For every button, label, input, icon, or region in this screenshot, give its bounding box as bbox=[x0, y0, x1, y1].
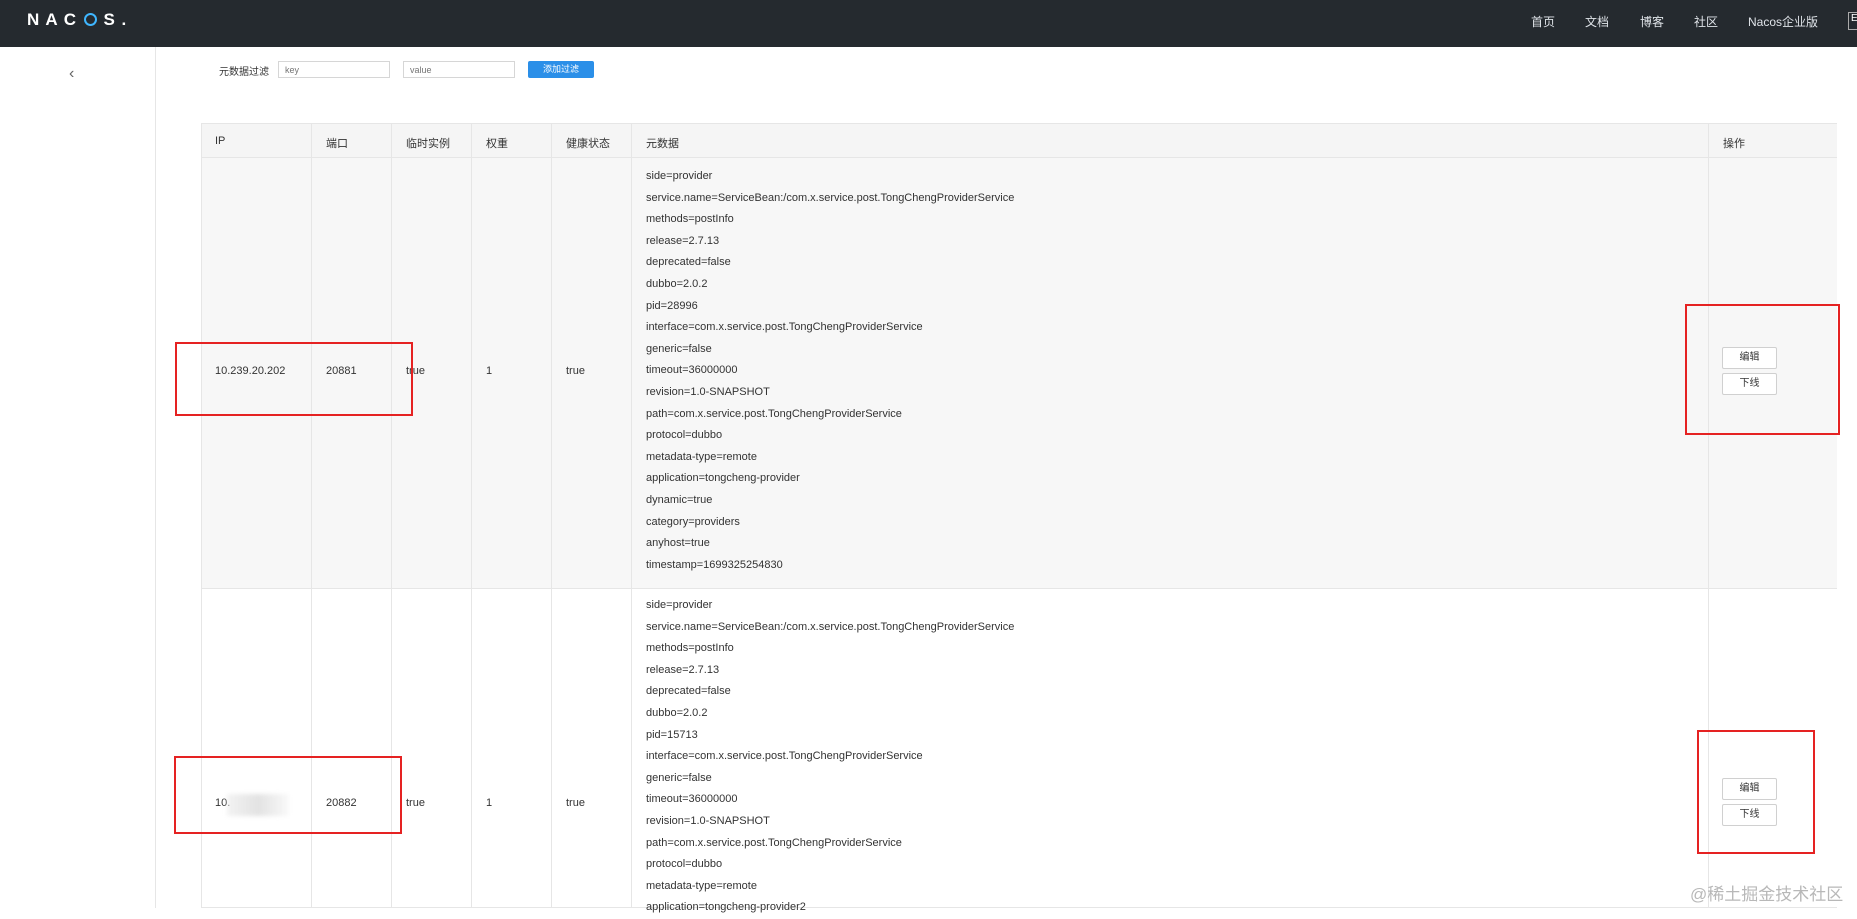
add-filter-button[interactable]: 添加过滤 bbox=[528, 61, 594, 78]
metadata-entry: side=provider bbox=[646, 170, 713, 182]
header-ip: IP bbox=[215, 135, 226, 147]
metadata-entry: dubbo=2.0.2 bbox=[646, 277, 708, 290]
metadata-entry: path=com.x.service.post.TongChengProvide… bbox=[646, 407, 902, 420]
instance-table: IP 端口 临时实例 权重 健康状态 元数据 操作 10.239.20.202 … bbox=[201, 123, 1837, 913]
nav-community[interactable]: 社区 bbox=[1694, 13, 1718, 30]
header-port: 端口 bbox=[326, 138, 348, 150]
top-navbar: N A C S . 首页 文档 博客 社区 Nacos企业版 E bbox=[0, 0, 1857, 47]
cell-weight: 1 bbox=[486, 365, 493, 377]
metadata-entry: methods=postInfo bbox=[646, 642, 734, 655]
metadata-entry: protocol=dubbo bbox=[646, 429, 723, 442]
nav-blog[interactable]: 博客 bbox=[1640, 13, 1664, 30]
edit-button[interactable]: 编辑 bbox=[1722, 347, 1777, 369]
metadata-entry: metadata-type=remote bbox=[646, 879, 757, 892]
metadata-entry: protocol=dubbo bbox=[646, 858, 723, 871]
cell-weight: 1 bbox=[486, 797, 493, 809]
nacos-logo[interactable]: N A C S . bbox=[27, 10, 127, 30]
filter-value-input[interactable] bbox=[403, 61, 515, 78]
header-weight: 权重 bbox=[486, 138, 508, 150]
metadata-entry: interface=com.x.service.post.TongChengPr… bbox=[646, 750, 923, 763]
header-actions: 操作 bbox=[1723, 138, 1745, 150]
metadata-entry: generic=false bbox=[646, 771, 712, 784]
cell-ip: 10.239.20.202 bbox=[215, 365, 286, 377]
offline-button[interactable]: 下线 bbox=[1722, 804, 1777, 826]
metadata-list: side=provider service.name=ServiceBean:/… bbox=[646, 166, 1014, 576]
metadata-entry: pid=15713 bbox=[646, 728, 698, 741]
metadata-entry: deprecated=false bbox=[646, 685, 731, 698]
metadata-entry: release=2.7.13 bbox=[646, 663, 720, 676]
cell-health: true bbox=[566, 797, 585, 809]
offline-button[interactable]: 下线 bbox=[1722, 373, 1777, 395]
metadata-entry: timestamp=1699325254830 bbox=[646, 558, 783, 571]
table-row: 10. 20882 true 1 true side=provider serv… bbox=[202, 589, 1837, 913]
table-header: IP 端口 临时实例 权重 健康状态 元数据 操作 bbox=[202, 123, 1837, 158]
metadata-entry: anyhost=true bbox=[646, 537, 710, 550]
metadata-entry: service.name=ServiceBean:/com.x.service.… bbox=[646, 620, 1015, 633]
metadata-entry: service.name=ServiceBean:/com.x.service.… bbox=[646, 191, 1015, 204]
metadata-entry: methods=postInfo bbox=[646, 213, 734, 226]
watermark: @稀土掘金技术社区 bbox=[1690, 885, 1844, 904]
header-ephemeral: 临时实例 bbox=[406, 138, 450, 150]
column-divider bbox=[551, 123, 552, 908]
metadata-entry: category=providers bbox=[646, 515, 740, 528]
nav-home[interactable]: 首页 bbox=[1531, 13, 1555, 30]
cell-health: true bbox=[566, 365, 585, 377]
filter-key-input[interactable] bbox=[278, 61, 390, 78]
metadata-entry: revision=1.0-SNAPSHOT bbox=[646, 385, 770, 398]
metadata-entry: timeout=36000000 bbox=[646, 793, 738, 806]
edit-button[interactable]: 编辑 bbox=[1722, 778, 1777, 800]
metadata-entry: deprecated=false bbox=[646, 256, 731, 269]
column-divider bbox=[471, 123, 472, 908]
metadata-entry: path=com.x.service.post.TongChengProvide… bbox=[646, 836, 902, 849]
metadata-entry: revision=1.0-SNAPSHOT bbox=[646, 814, 770, 827]
metadata-entry: pid=28996 bbox=[646, 299, 698, 312]
header-metadata: 元数据 bbox=[646, 138, 679, 150]
nav-docs[interactable]: 文档 bbox=[1585, 13, 1609, 30]
column-divider bbox=[1708, 123, 1709, 908]
table-row: 10.239.20.202 20881 true 1 true side=pro… bbox=[202, 158, 1837, 589]
metadata-entry: application=tongcheng-provider bbox=[646, 472, 800, 485]
metadata-filter-label: 元数据过滤 bbox=[219, 67, 269, 78]
column-divider bbox=[631, 123, 632, 908]
redacted-ip-blur bbox=[227, 794, 289, 816]
metadata-list: side=provider service.name=ServiceBean:/… bbox=[646, 595, 1014, 919]
cell-ephemeral: true bbox=[406, 797, 425, 809]
metadata-entry: timeout=36000000 bbox=[646, 364, 738, 377]
cell-port: 20882 bbox=[326, 797, 357, 809]
metadata-entry: dynamic=true bbox=[646, 493, 713, 506]
metadata-entry: metadata-type=remote bbox=[646, 450, 757, 463]
cell-port: 20881 bbox=[326, 365, 357, 377]
sidebar: ‹ bbox=[0, 47, 156, 908]
chevron-left-icon[interactable]: ‹ bbox=[69, 65, 74, 83]
column-divider bbox=[311, 123, 312, 908]
language-switch[interactable]: E bbox=[1848, 12, 1857, 30]
metadata-entry: release=2.7.13 bbox=[646, 234, 720, 247]
nav-enterprise[interactable]: Nacos企业版 bbox=[1748, 13, 1818, 30]
metadata-entry: application=tongcheng-provider2 bbox=[646, 901, 806, 914]
header-health: 健康状态 bbox=[566, 138, 610, 150]
column-divider bbox=[391, 123, 392, 908]
metadata-entry: generic=false bbox=[646, 342, 712, 355]
cell-ephemeral: true bbox=[406, 365, 425, 377]
metadata-entry: interface=com.x.service.post.TongChengPr… bbox=[646, 321, 923, 334]
metadata-entry: dubbo=2.0.2 bbox=[646, 706, 708, 719]
metadata-entry: side=provider bbox=[646, 599, 713, 611]
